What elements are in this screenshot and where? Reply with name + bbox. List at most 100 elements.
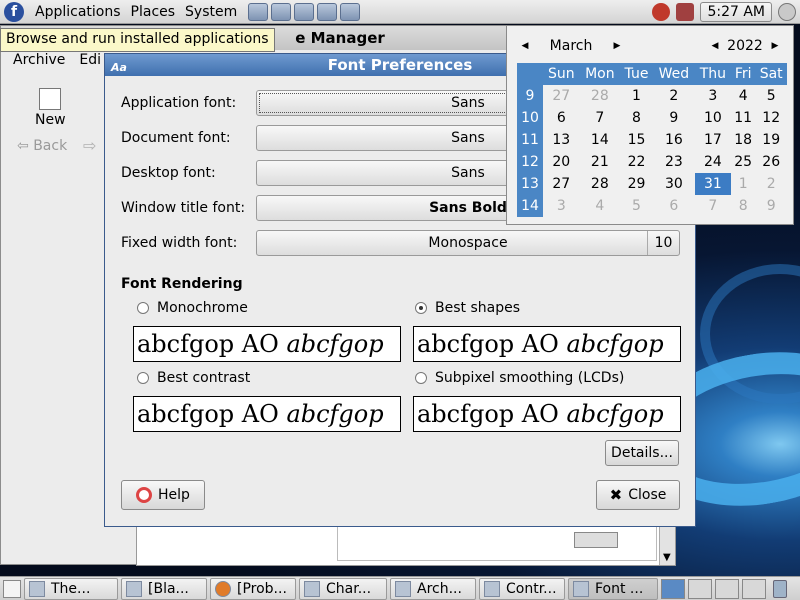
menu-edit[interactable]: Edi <box>79 52 101 68</box>
task-button[interactable]: [Prob... <box>210 577 296 600</box>
font-rendering-heading: Font Rendering <box>121 276 243 292</box>
calendar-day[interactable]: 13 <box>543 129 580 151</box>
calendar-day[interactable]: 1 <box>731 173 755 195</box>
week-number: 10 <box>517 107 543 129</box>
font-app-icon: Aa <box>111 61 127 74</box>
help-button[interactable]: Help <box>121 480 205 510</box>
monochrome-radio[interactable]: Monochrome <box>137 300 248 316</box>
task-button[interactable]: Arch... <box>390 577 476 600</box>
editor-icon[interactable] <box>294 2 315 21</box>
calendar-day[interactable]: 19 <box>755 129 787 151</box>
task-button[interactable]: Char... <box>299 577 387 600</box>
calendar-day[interactable]: 20 <box>543 151 580 173</box>
calendar-day[interactable]: 27 <box>543 85 580 107</box>
forward-arrow-icon[interactable]: ⇨ <box>83 136 96 155</box>
new-button[interactable]: New <box>35 88 66 128</box>
details-button[interactable]: Details... <box>605 440 679 466</box>
package-icon[interactable] <box>676 3 695 21</box>
fixed-width-font-button[interactable]: Monospace 10 <box>256 230 680 256</box>
best-contrast-radio[interactable]: Best contrast <box>137 370 250 386</box>
calendar-day[interactable]: 10 <box>695 107 731 129</box>
task-button[interactable]: The... <box>24 577 118 600</box>
calendar-day[interactable]: 9 <box>653 107 695 129</box>
calendar-day[interactable]: 5 <box>755 85 787 107</box>
best-contrast-preview[interactable]: abcfgop AO abcfgop <box>133 396 401 432</box>
screen-icon[interactable] <box>317 2 338 21</box>
menu-applications[interactable]: Applications <box>30 4 126 20</box>
calendar-day[interactable]: 9 <box>755 195 787 217</box>
fedora-logo-icon[interactable]: f <box>4 1 24 22</box>
workspace-1[interactable] <box>661 578 685 599</box>
calendar-day[interactable]: 5 <box>620 195 653 217</box>
task-button-active[interactable]: Font ... <box>568 577 658 600</box>
calendar-day[interactable]: 1 <box>620 85 653 107</box>
application-font-label: Application font: <box>121 95 237 111</box>
day-header: Sun <box>543 63 580 85</box>
next-year-icon[interactable]: ▶ <box>767 41 783 51</box>
calendar-day[interactable]: 28 <box>580 85 621 107</box>
calendar-day[interactable]: 2 <box>653 85 695 107</box>
calendar-day[interactable]: 11 <box>731 107 755 129</box>
show-desktop-icon[interactable] <box>3 579 21 598</box>
monochrome-preview[interactable]: abcfgop AO abcfgop <box>133 326 401 362</box>
calendar-day[interactable]: 24 <box>695 151 731 173</box>
calendar-day[interactable]: 23 <box>653 151 695 173</box>
calendar-day[interactable]: 17 <box>695 129 731 151</box>
mail-icon[interactable] <box>271 2 292 21</box>
prev-year-icon[interactable]: ◀ <box>707 41 723 51</box>
calendar-day[interactable]: 21 <box>580 151 621 173</box>
workspace-4[interactable] <box>742 578 766 599</box>
prev-month-icon[interactable]: ◀ <box>517 41 533 51</box>
workspace-3[interactable] <box>715 578 739 599</box>
subpixel-smoothing-preview[interactable]: abcfgop AO abcfgop <box>413 396 681 432</box>
calendar-day[interactable]: 16 <box>653 129 695 151</box>
best-shapes-radio[interactable]: Best shapes <box>415 300 520 316</box>
scroll-down-icon[interactable]: ▼ <box>663 552 671 563</box>
menu-archive[interactable]: Archive <box>13 52 65 68</box>
clock[interactable]: 5:27 AM <box>700 2 772 22</box>
back-button[interactable]: ⇦ Back <box>17 138 67 154</box>
calendar-day[interactable]: 3 <box>543 195 580 217</box>
workspace-2[interactable] <box>688 578 712 599</box>
calendar-day[interactable]: 7 <box>695 195 731 217</box>
next-month-icon[interactable]: ▶ <box>609 41 625 51</box>
update-notifier-icon[interactable] <box>652 3 671 21</box>
calendar-day[interactable]: 26 <box>755 151 787 173</box>
calendar-day[interactable]: 12 <box>755 107 787 129</box>
task-button[interactable]: [Bla... <box>121 577 207 600</box>
task-button[interactable]: Contr... <box>479 577 565 600</box>
fixed-width-font-name: Monospace <box>428 235 508 251</box>
close-button[interactable]: ✖ Close <box>596 480 680 510</box>
calendar-day[interactable]: 15 <box>620 129 653 151</box>
calendar-day[interactable]: 27 <box>543 173 580 195</box>
menu-system[interactable]: System <box>180 4 242 20</box>
calendar-day[interactable]: 8 <box>620 107 653 129</box>
network-icon[interactable] <box>340 2 361 21</box>
calendar-day[interactable]: 18 <box>731 129 755 151</box>
calendar-day[interactable]: 6 <box>653 195 695 217</box>
calendar-day[interactable]: 4 <box>731 85 755 107</box>
calendar-day[interactable]: 29 <box>620 173 653 195</box>
volume-icon[interactable] <box>778 3 796 21</box>
trash-icon[interactable] <box>773 579 787 598</box>
firefox-icon <box>215 580 231 597</box>
best-shapes-preview[interactable]: abcfgop AO abcfgop <box>413 326 681 362</box>
menu-places[interactable]: Places <box>126 4 181 20</box>
calendar-day[interactable]: 4 <box>580 195 621 217</box>
calendar-day[interactable]: 8 <box>731 195 755 217</box>
task-label: [Bla... <box>148 580 189 597</box>
web-browser-icon[interactable] <box>248 2 269 21</box>
calendar-day[interactable]: 14 <box>580 129 621 151</box>
calendar-day[interactable]: 3 <box>695 85 731 107</box>
calendar-day[interactable]: 7 <box>580 107 621 129</box>
calendar-day[interactable]: 28 <box>580 173 621 195</box>
folder-icon[interactable] <box>574 532 618 548</box>
subpixel-smoothing-radio[interactable]: Subpixel smoothing (LCDs) <box>415 370 624 386</box>
calendar-day[interactable]: 2 <box>755 173 787 195</box>
calendar-day[interactable]: 6 <box>543 107 580 129</box>
calendar-day[interactable]: 25 <box>731 151 755 173</box>
calendar-day-selected[interactable]: 31 <box>694 173 731 195</box>
calendar-day[interactable]: 30 <box>653 173 695 195</box>
calendar-day[interactable]: 22 <box>620 151 653 173</box>
week-number: 9 <box>517 85 543 107</box>
